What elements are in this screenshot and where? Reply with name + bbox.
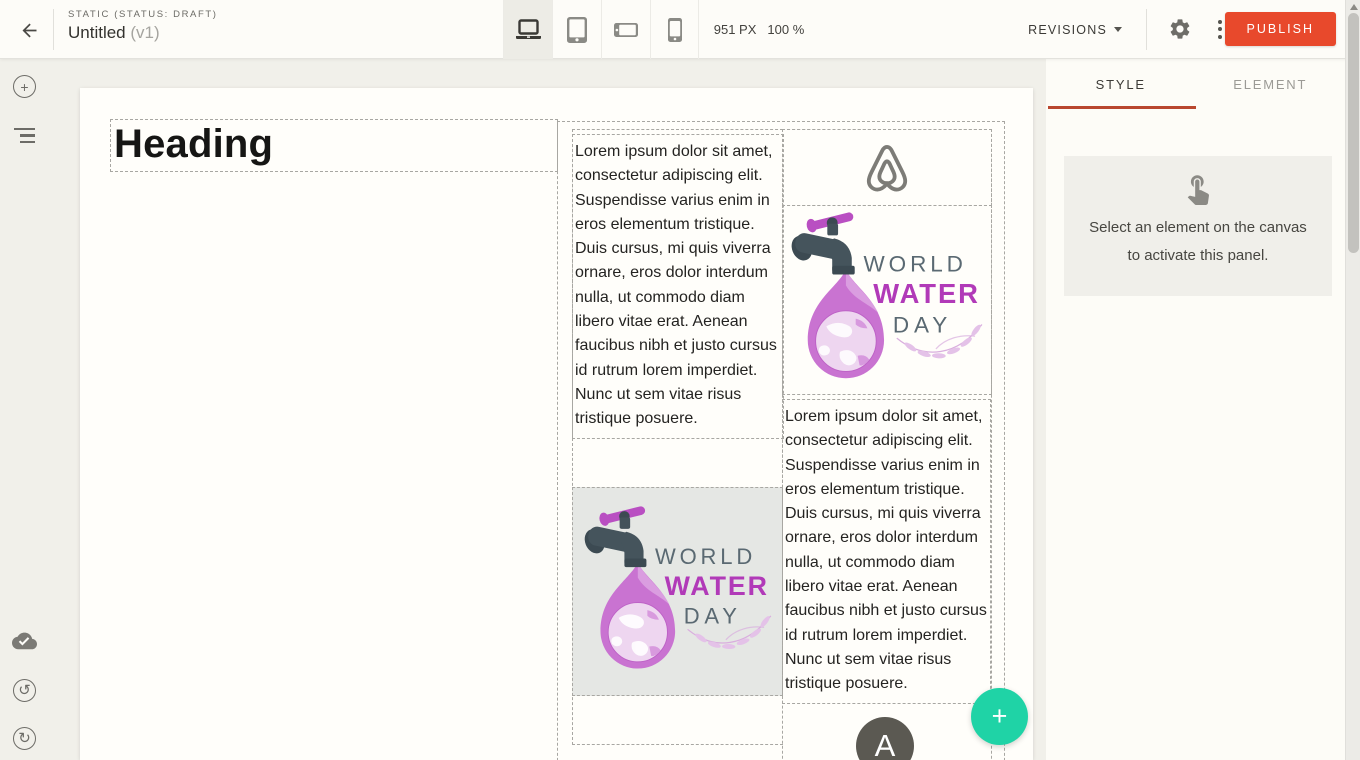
kebab-icon [1218,20,1222,24]
settings-button[interactable] [1168,17,1192,46]
image-element-2[interactable] [782,205,992,395]
redo-icon: ↻ [13,727,36,750]
undo-button[interactable]: ↺ [12,678,37,703]
device-mobile-landscape-button[interactable] [601,0,650,59]
device-tablet-button[interactable] [552,0,601,59]
revisions-dropdown[interactable]: REVISIONS [1028,0,1122,59]
device-desktop-button[interactable] [503,0,552,59]
canvas-size-info: 951 PX 100 % [700,0,818,59]
document-title: Untitled (v1) [68,23,218,43]
cloud-saved-icon [12,632,37,653]
topbar: STATIC (STATUS: DRAFT) Untitled (v1) [0,0,1360,59]
image-element-1[interactable] [572,487,783,696]
desktop-icon [515,19,542,40]
active-tab-underline [1048,106,1196,109]
window-scrollbar[interactable] [1345,0,1360,760]
add-content-fab[interactable]: + [971,688,1028,745]
topbar-divider [53,9,54,50]
world-water-day-image [789,209,985,391]
canvas-page[interactable]: Heading Lorem ipsum dolor sit amet, cons… [80,88,1033,760]
canvas-width-value: 951 PX [714,22,757,37]
text-element-1[interactable]: Lorem ipsum dolor sit amet, consectetur … [572,134,784,439]
tablet-icon [567,17,587,43]
airbnb-logo-icon [864,143,910,193]
revisions-label: REVISIONS [1028,23,1107,37]
scroll-up-arrow-icon[interactable] [1350,4,1358,10]
heading-text: Heading [114,122,557,167]
structure-lines-icon [14,128,35,144]
inspector-panel: STYLE ELEMENT Select an element on the c… [1046,59,1345,760]
add-element-button[interactable]: + [12,74,37,99]
canvas-zoom-value: 100 % [767,22,804,37]
redo-button[interactable]: ↻ [12,726,37,751]
document-title-block: STATIC (STATUS: DRAFT) Untitled (v1) [68,9,218,43]
mobile-landscape-icon [614,23,638,37]
device-mobile-button[interactable] [650,0,699,59]
placeholder-line-2: to activate this panel. [1128,242,1269,270]
chevron-down-icon [1114,27,1122,32]
title-text: Untitled [68,23,126,42]
scrollbar-thumb[interactable] [1348,13,1359,253]
device-preview-group [503,0,699,59]
publish-button[interactable]: PUBLISH [1225,12,1337,46]
logo-element[interactable] [782,129,992,206]
tab-style[interactable]: STYLE [1046,59,1196,109]
panel-tabs: STYLE ELEMENT [1046,59,1345,109]
mobile-icon [668,18,682,42]
placeholder-line-1: Select an element on the canvas [1089,214,1307,242]
structure-button[interactable] [12,123,37,148]
panel-placeholder: Select an element on the canvas to activ… [1064,156,1332,296]
tab-element[interactable]: ELEMENT [1196,59,1346,109]
touch-app-icon [1181,171,1215,205]
text-element-2[interactable]: Lorem ipsum dolor sit amet, consectetur … [782,399,991,704]
version-text: (v1) [130,23,159,42]
save-status-button[interactable] [12,630,37,655]
world-water-day-image [582,503,774,681]
avatar-letter: A [875,730,896,760]
back-button[interactable] [13,14,45,46]
arrow-back-icon [19,20,40,41]
topbar-divider [1146,9,1147,50]
gear-icon [1168,17,1192,41]
heading-element[interactable]: Heading [110,119,558,172]
add-circle-icon: + [13,75,36,98]
status-label: STATIC (STATUS: DRAFT) [68,9,218,20]
undo-icon: ↺ [13,679,36,702]
